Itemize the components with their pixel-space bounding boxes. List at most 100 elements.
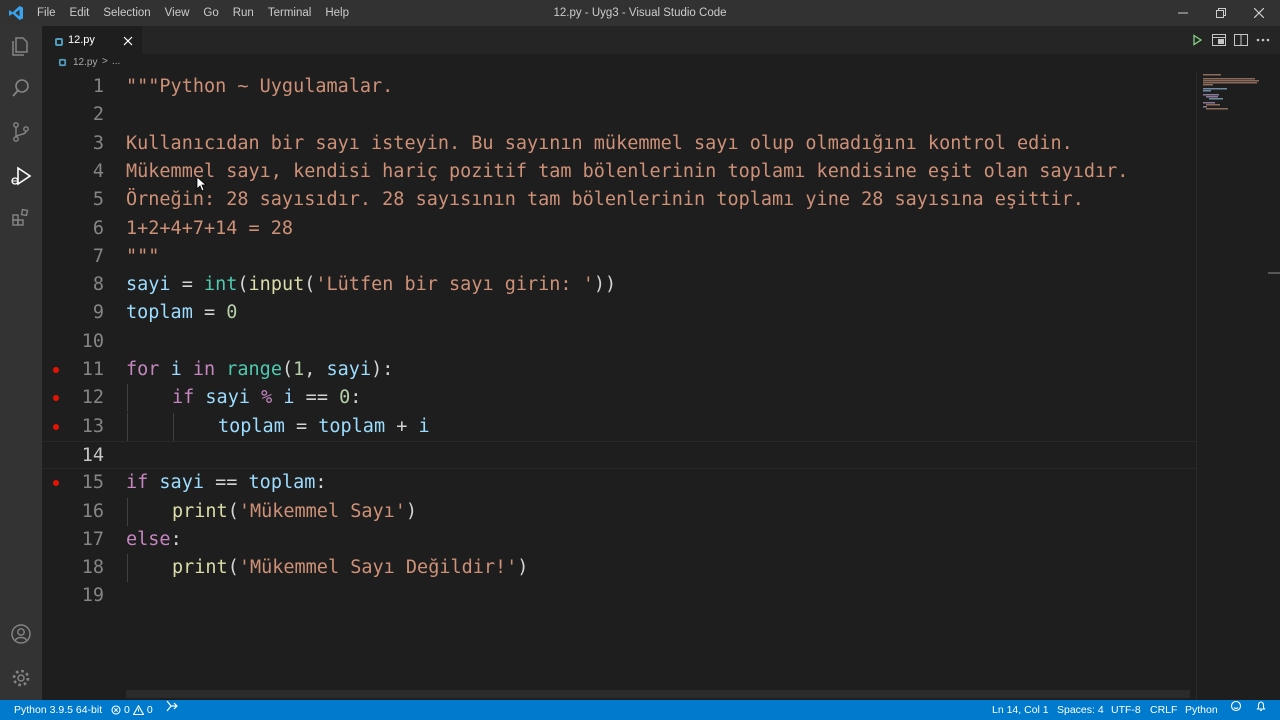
code-token: int (203, 274, 238, 296)
code-token: ) (517, 557, 529, 579)
code-line[interactable]: 15 if sayi == toplam: (42, 469, 1196, 497)
live-share-button[interactable] (165, 700, 179, 712)
code-text: if sayi == toplam: (126, 469, 327, 497)
code-token: """Python ~ Uygulamalar. (126, 76, 394, 97)
status-bar: Python 3.9.5 64-bit 0 0 Ln 14, Col 1 Spa… (0, 700, 1280, 720)
line-number: 16 (81, 500, 104, 522)
menu-go[interactable]: Go (196, 0, 225, 26)
line-number: 7 (92, 245, 104, 267)
tab-12-py[interactable]: 12.py (42, 26, 142, 54)
code-line[interactable]: 9 toplam = 0 (42, 299, 1196, 327)
explorer-button[interactable] (0, 26, 42, 66)
code-token: )) (593, 274, 617, 296)
code-line[interactable]: 4 Mükemmel sayı, kendisi hariç pozitif ta… (42, 158, 1196, 186)
run-debug-icon (11, 166, 32, 186)
python-file-icon (58, 58, 67, 70)
minimize-button[interactable] (1164, 0, 1202, 26)
menu-file[interactable]: File (30, 0, 63, 26)
line-number: 2 (92, 104, 104, 126)
close-window-button[interactable] (1240, 0, 1278, 26)
code-line[interactable]: 5 Örneğin: 28 sayısıdır. 28 sayısının tam… (42, 186, 1196, 214)
editor-actions (1190, 26, 1270, 54)
notifications-button[interactable] (1255, 700, 1267, 712)
error-icon (111, 705, 121, 715)
line-number: 13 (81, 415, 104, 437)
code-line[interactable]: 19 (42, 582, 1196, 610)
gear-icon (12, 669, 30, 687)
end-of-line[interactable]: CRLF (1150, 700, 1177, 720)
menu-edit[interactable]: Edit (63, 0, 97, 26)
code-line[interactable]: 7 """ (42, 243, 1196, 271)
accounts-button[interactable] (0, 614, 42, 654)
run-icon[interactable] (1190, 33, 1204, 47)
vertical-scrollbar[interactable] (1268, 272, 1280, 274)
code-token: """ (126, 245, 160, 267)
code-token: range (226, 359, 282, 380)
extensions-button[interactable] (0, 198, 42, 238)
code-token: ( (227, 500, 239, 522)
maximize-button[interactable] (1202, 0, 1240, 26)
horizontal-scrollbar[interactable] (126, 690, 1190, 698)
code-token: = (284, 415, 319, 437)
encoding[interactable]: UTF-8 (1111, 700, 1141, 720)
menu-run[interactable]: Run (226, 0, 261, 26)
code-line[interactable]: 2 (42, 101, 1196, 129)
code-line[interactable]: 6 1+2+4+7+14 = 28 (42, 215, 1196, 243)
python-interpreter[interactable]: Python 3.9.5 64-bit (14, 700, 102, 720)
code-line[interactable]: 16 print('Mükemmel Sayı') (42, 497, 1196, 526)
menu-help[interactable]: Help (318, 0, 356, 26)
split-editor-icon[interactable] (1234, 33, 1248, 47)
breadcrumb-separator: > (102, 56, 108, 67)
code-line[interactable]: 11 for i in range(1, sayi): (42, 356, 1196, 384)
code-line[interactable]: 8 sayi = int(input('Lütfen bir sayı girin… (42, 271, 1196, 299)
language-mode[interactable]: Python (1185, 700, 1218, 720)
line-number: 11 (81, 359, 104, 380)
code-text: """ (126, 243, 159, 271)
open-preview-icon[interactable] (1212, 33, 1226, 47)
code-token: ( (237, 274, 249, 296)
minimap[interactable] (1196, 72, 1280, 700)
code-line[interactable]: 13 toplam = toplam + i (42, 412, 1196, 441)
code-token: toplam (218, 415, 285, 437)
menu-selection[interactable]: Selection (96, 0, 157, 26)
more-icon[interactable] (1256, 33, 1270, 47)
restore-icon (1216, 8, 1226, 18)
code-line[interactable]: 10 (42, 328, 1196, 356)
breadcrumb-file[interactable]: 12.py (73, 57, 97, 68)
line-number: 14 (81, 444, 104, 466)
search-button[interactable] (0, 68, 42, 108)
code-line[interactable]: 18 print('Mükemmel Sayı Değildir!') (42, 554, 1196, 583)
menu-terminal[interactable]: Terminal (261, 0, 318, 26)
feedback-button[interactable] (1230, 700, 1242, 712)
code-line[interactable]: 3 Kullanıcıdan bir sayı isteyin. Bu sayın… (42, 130, 1196, 158)
breadcrumb: 12.py > ... (42, 54, 1280, 72)
tab-close-icon[interactable] (122, 34, 134, 52)
code-text: Örneğin: 28 sayısıdır. 28 sayısının tam … (126, 186, 1084, 214)
source-control-button[interactable] (0, 112, 42, 152)
code-token: : (315, 472, 327, 494)
code-line[interactable]: 12 if sayi % i == 0: (42, 384, 1196, 413)
code-token: ( (281, 359, 294, 380)
indentation[interactable]: Spaces: 4 (1057, 700, 1104, 720)
code-editor[interactable]: 1 """Python ~ Uygulamalar. 2 3 Kullanıcıdan … (42, 72, 1280, 700)
code-token: % (261, 387, 273, 409)
cursor-position[interactable]: Ln 14, Col 1 (992, 700, 1049, 720)
python-file-icon (54, 34, 64, 52)
code-token: : (350, 387, 362, 409)
code-line[interactable]: 1 """Python ~ Uygulamalar. (42, 73, 1196, 101)
manage-button[interactable] (0, 658, 42, 698)
code-line[interactable]: 17 else: (42, 526, 1196, 554)
problems-indicator[interactable]: 0 0 (111, 700, 153, 720)
menu-view[interactable]: View (158, 0, 197, 26)
broadcast-icon (166, 700, 178, 712)
vscode-logo-icon[interactable] (8, 5, 24, 21)
code-line[interactable]: 14 (42, 440, 1196, 469)
breadcrumb-more[interactable]: ... (112, 56, 120, 67)
code-text: else: (126, 526, 182, 554)
run-debug-button[interactable] (0, 156, 42, 196)
